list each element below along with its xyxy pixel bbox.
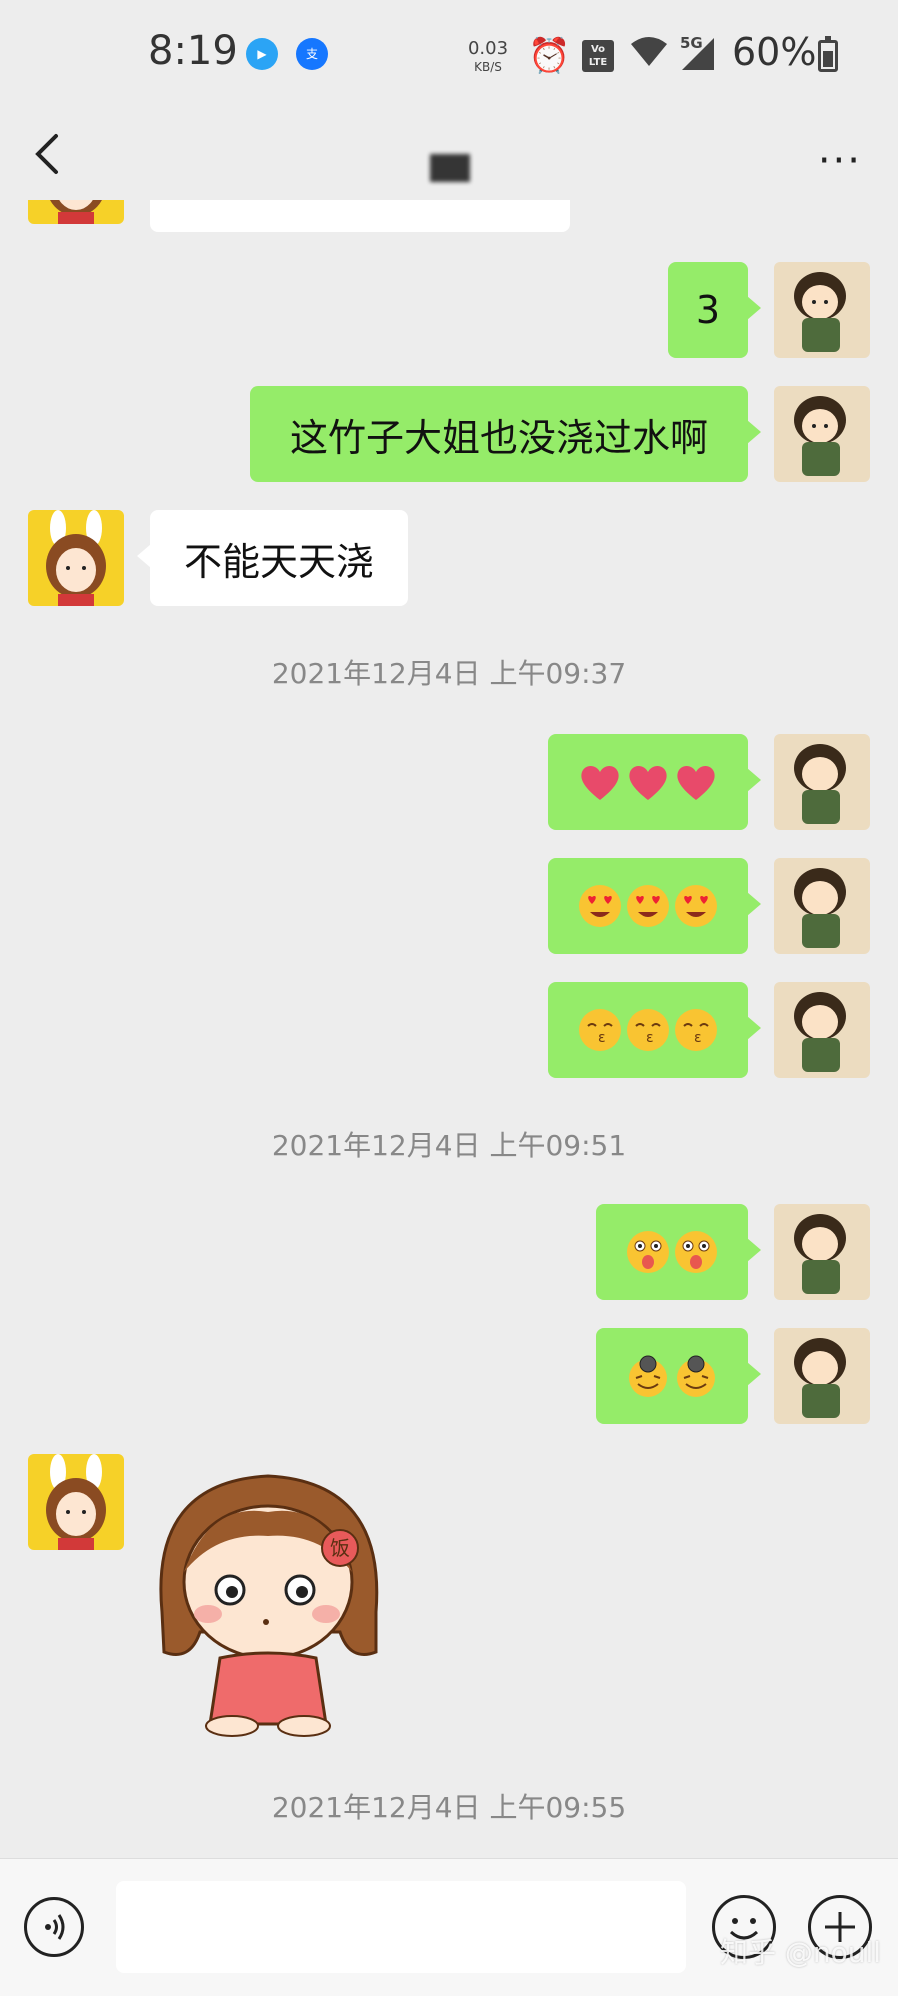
alarm-icon: ⏰ <box>528 36 571 76</box>
chevron-left-icon[interactable] <box>28 120 68 180</box>
ellipsis-icon[interactable]: ··· <box>818 138 862 184</box>
message-input[interactable] <box>116 1881 686 1973</box>
kissing-face-icon: ε <box>627 1009 669 1051</box>
alipay-icon: 支 <box>296 38 328 70</box>
message-bubble-sent[interactable] <box>548 734 761 830</box>
kissing-face-icon: ε <box>675 1009 717 1051</box>
svg-text:ε: ε <box>646 1030 654 1046</box>
avatar-self[interactable] <box>774 386 870 482</box>
heart-eyes-icon <box>675 885 717 927</box>
red-heart-icon <box>581 766 619 800</box>
avatar-self[interactable] <box>774 262 870 358</box>
svg-text:ε: ε <box>694 1030 702 1046</box>
tongue-out-icon <box>627 1231 669 1273</box>
girl-sticker[interactable]: 饭 <box>150 1462 390 1742</box>
net-speed-value: 0.03 <box>467 38 509 59</box>
volte-icon: Vo LTE <box>582 40 614 72</box>
message-bubble-sent[interactable]: 3 <box>668 262 761 358</box>
sticker-text: 饭 <box>330 1536 350 1560</box>
avatar-self[interactable] <box>774 734 870 830</box>
emoji-row <box>578 884 718 928</box>
video-app-icon: ▶ <box>246 38 278 70</box>
kissing-face-icon: ε <box>579 1009 621 1051</box>
net-speed-unit: KB/S <box>474 60 502 74</box>
emoji-row: ε ε ε <box>578 1008 718 1052</box>
red-heart-icon <box>629 766 667 800</box>
message-bubble-received[interactable] <box>150 200 570 232</box>
chat-title-redacted <box>430 154 470 182</box>
message-bubble-sent[interactable] <box>596 1328 761 1424</box>
emoji-row <box>626 1230 718 1274</box>
emoji-row <box>578 760 718 804</box>
heart-eyes-icon <box>579 885 621 927</box>
net-speed: 0.03 KB/S <box>465 40 511 76</box>
network-type: 5G <box>680 34 703 52</box>
avatar-self[interactable] <box>774 1328 870 1424</box>
emoji-row <box>626 1354 718 1398</box>
avatar-self[interactable] <box>774 858 870 954</box>
avatar-contact[interactable] <box>28 200 124 224</box>
chat-header: ··· <box>0 110 898 200</box>
status-time: 8:19 <box>148 28 238 74</box>
battery-percent: 60% <box>732 30 817 74</box>
status-bar: 8:19 ▶ 支 0.03 KB/S ⏰ Vo LTE 5G 60% <box>0 0 898 110</box>
svg-text:ε: ε <box>598 1030 606 1046</box>
heart-eyes-icon <box>627 885 669 927</box>
wifi-icon <box>630 36 668 77</box>
tongue-out-icon <box>675 1231 717 1273</box>
avatar-self[interactable] <box>774 982 870 1078</box>
message-bubble-sent[interactable] <box>596 1204 761 1300</box>
smirk-glasses-icon <box>629 1355 667 1397</box>
avatar-contact[interactable] <box>28 510 124 606</box>
input-bar: 知乎 @noull <box>0 1858 898 1996</box>
avatar-self[interactable] <box>774 1204 870 1300</box>
battery-icon <box>818 36 838 72</box>
smirk-glasses-icon <box>677 1355 715 1397</box>
message-bubble-sent[interactable]: 这竹子大姐也没浇过水啊 <box>250 386 761 482</box>
message-timestamp: 2021年12月4日 上午09:51 <box>271 1129 627 1162</box>
voice-input-icon[interactable] <box>24 1897 84 1957</box>
message-bubble-received[interactable]: 不能天天浇 <box>137 510 408 606</box>
avatar-contact[interactable] <box>28 1454 124 1550</box>
message-timestamp: 2021年12月4日 上午09:37 <box>271 657 627 690</box>
message-bubble-sent[interactable]: ε ε ε <box>548 982 761 1078</box>
message-list[interactable]: 3 这竹子大姐也没浇过水啊 不能天天浇 2021年12月4日 上午09:37 ε… <box>0 200 898 1858</box>
message-bubble-sent[interactable] <box>548 858 761 954</box>
red-heart-icon <box>677 766 715 800</box>
watermark: 知乎 @noull <box>720 1936 882 1969</box>
message-timestamp: 2021年12月4日 上午09:55 <box>271 1791 627 1824</box>
